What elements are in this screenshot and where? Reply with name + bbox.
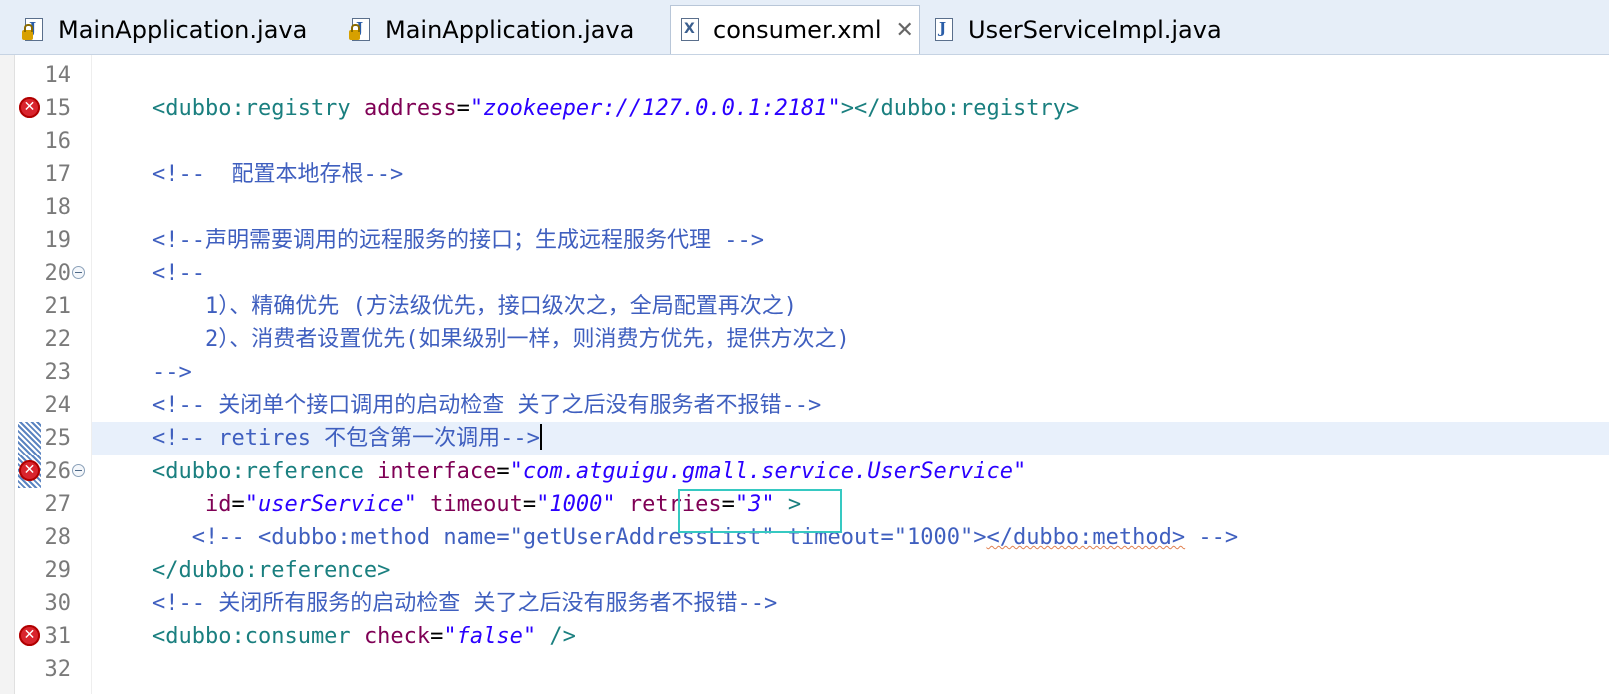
code-line[interactable]: 24 <!-- 关闭单个接口调用的启动检查 关了之后没有服务者不报错-->: [0, 389, 1609, 422]
java-file-locked-icon: J: [22, 16, 48, 44]
text-cursor: [539, 424, 542, 450]
code-line[interactable]: 32: [0, 653, 1609, 686]
tab-label: MainApplication.java: [58, 15, 308, 44]
line-number: 32: [44, 657, 72, 682]
code-comment: 1）、精确优先 (方法级优先，接口级次之，全局配置再次之): [152, 294, 797, 319]
code-line[interactable]: 20 <!--: [0, 257, 1609, 290]
tab-consumer-xml[interactable]: X consumer.xml ✕: [670, 5, 920, 54]
code-line[interactable]: 19 <!--声明需要调用的远程服务的接口；生成远程服务代理 -->: [0, 224, 1609, 257]
line-number: 31: [44, 624, 72, 649]
line-number: 30: [44, 591, 72, 616]
code-line[interactable]: 29 </dubbo:reference>: [0, 554, 1609, 587]
line-number: 16: [44, 129, 72, 154]
line-number: 29: [44, 558, 72, 583]
code-line[interactable]: 16: [0, 125, 1609, 158]
code-line[interactable]: 21 1）、精确优先 (方法级优先，接口级次之，全局配置再次之): [0, 290, 1609, 323]
java-file-locked-icon: J: [349, 16, 375, 44]
code-text: <dubbo:consumer check="false" />: [152, 624, 576, 649]
java-file-icon: J: [932, 16, 958, 44]
code-comment: <!-- 关闭所有服务的启动检查 关了之后没有服务者不报错-->: [152, 591, 778, 616]
code-line[interactable]: 26 <dubbo:reference interface="com.atgui…: [0, 455, 1609, 488]
code-line[interactable]: 18: [0, 191, 1609, 224]
line-number: 17: [44, 162, 72, 187]
line-number: 22: [44, 327, 72, 352]
code-text: <dubbo:registry address="zookeeper://127…: [152, 96, 1080, 121]
code-comment: -->: [152, 360, 192, 385]
code-text: <dubbo:reference interface="com.atguigu.…: [152, 459, 1027, 484]
code-line[interactable]: 17 <!-- 配置本地存根-->: [0, 158, 1609, 191]
tab-main-application-1[interactable]: J MainApplication.java: [16, 6, 334, 53]
code-line[interactable]: 15 <dubbo:registry address="zookeeper://…: [0, 92, 1609, 125]
close-icon[interactable]: ✕: [896, 18, 914, 43]
code-line[interactable]: 31 <dubbo:consumer check="false" />: [0, 620, 1609, 653]
code-comment: <!--: [152, 261, 205, 286]
fold-collapse-icon[interactable]: [72, 464, 85, 477]
line-number: 15: [44, 96, 72, 121]
code-text: </dubbo:reference>: [152, 558, 391, 583]
code-comment: 2）、消费者设置优先(如果级别一样，则消费方优先，提供方次之): [152, 327, 850, 352]
code-line[interactable]: 22 2）、消费者设置优先(如果级别一样，则消费方优先，提供方次之): [0, 323, 1609, 356]
code-line[interactable]: 14: [0, 59, 1609, 92]
line-number: 24: [44, 393, 72, 418]
tab-label: UserServiceImpl.java: [968, 15, 1222, 44]
line-number: 26: [44, 459, 72, 484]
editor-tab-bar: J MainApplication.java J MainApplication…: [0, 0, 1609, 55]
retries-highlight-box: [678, 489, 842, 533]
tab-label: MainApplication.java: [385, 15, 635, 44]
code-comment: <!-- 配置本地存根-->: [152, 162, 404, 187]
code-line[interactable]: 30 <!-- 关闭所有服务的启动检查 关了之后没有服务者不报错-->: [0, 587, 1609, 620]
tab-main-application-2[interactable]: J MainApplication.java: [343, 6, 663, 53]
line-number: 23: [44, 360, 72, 385]
line-number: 28: [44, 525, 72, 550]
line-number: 14: [44, 63, 72, 88]
code-comment: <!-- 关闭单个接口调用的启动检查 关了之后没有服务者不报错-->: [152, 393, 822, 418]
line-number: 25: [44, 426, 72, 451]
line-number: 20: [44, 261, 72, 286]
line-number: 19: [44, 228, 72, 253]
fold-collapse-icon[interactable]: [72, 266, 85, 279]
tab-user-service-impl[interactable]: J UserServiceImpl.java: [926, 6, 1222, 53]
line-number: 27: [44, 492, 72, 517]
code-line[interactable]: 23 -->: [0, 356, 1609, 389]
line-number: 18: [44, 195, 72, 220]
line-number: 21: [44, 294, 72, 319]
tab-label: consumer.xml: [713, 16, 882, 44]
code-comment: <!--声明需要调用的远程服务的接口；生成远程服务代理 -->: [152, 228, 764, 253]
current-code-line[interactable]: 25 <!-- retires 不包含第一次调用-->: [0, 422, 1609, 455]
code-text: <!-- retires 不包含第一次调用-->: [152, 424, 542, 451]
xml-file-icon: X: [677, 16, 703, 44]
